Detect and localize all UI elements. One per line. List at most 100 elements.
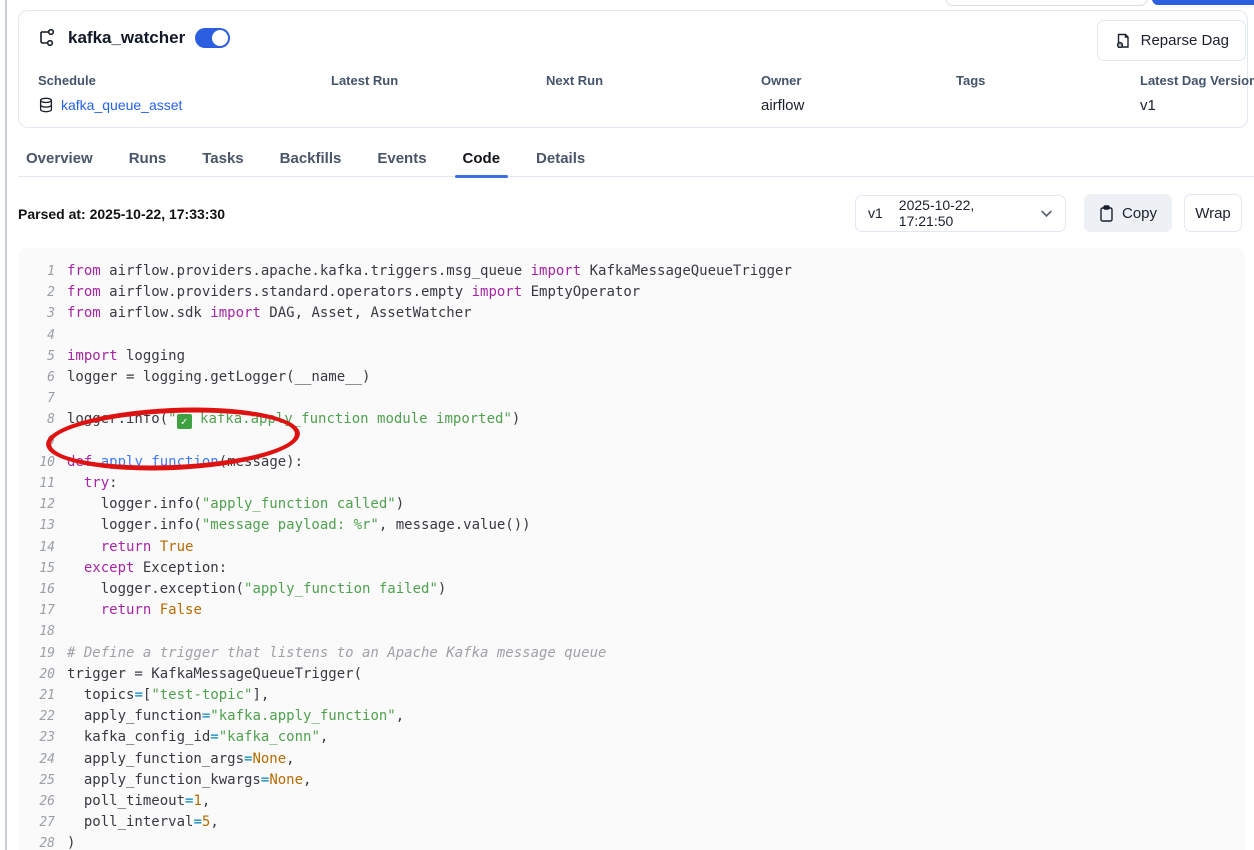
- code-line-9: 9: [18, 431, 1245, 452]
- line-number: 2: [18, 282, 55, 303]
- meta-value: [546, 96, 761, 114]
- code-line-3: 3from airflow.sdk import DAG, Asset, Ass…: [18, 303, 1245, 324]
- line-number: 6: [18, 367, 55, 388]
- line-number: 7: [18, 388, 55, 409]
- code-line-22: 22 apply_function="kafka.apply_function"…: [18, 706, 1245, 727]
- dag-meta-columns: Schedule kafka_queue_assetLatest RunNext …: [38, 73, 1230, 114]
- code-line-20: 20trigger = KafkaMessageQueueTrigger(: [18, 664, 1245, 685]
- line-number: 24: [18, 749, 55, 770]
- active-tab-underline: [455, 175, 509, 178]
- tab-runs[interactable]: Runs: [121, 140, 175, 176]
- line-number: 8: [18, 409, 55, 430]
- dag-title: kafka_watcher: [68, 28, 185, 48]
- reparse-label: Reparse Dag: [1141, 32, 1229, 49]
- top-primary-button[interactable]: [1152, 0, 1254, 5]
- line-number: 10: [18, 452, 55, 473]
- parsed-at-text: Parsed at: 2025-10-22, 17:33:30: [18, 206, 225, 222]
- line-number: 16: [18, 579, 55, 600]
- meta-column-latest-run: Latest Run: [331, 73, 546, 114]
- code-line-11: 11 try:: [18, 473, 1245, 494]
- wrap-label: Wrap: [1195, 205, 1231, 222]
- dag-version-select[interactable]: v1 2025-10-22, 17:21:50: [855, 195, 1066, 232]
- code-line-23: 23 kafka_config_id="kafka_conn",: [18, 727, 1245, 748]
- line-number: 27: [18, 812, 55, 833]
- line-number: 25: [18, 770, 55, 791]
- wrap-button[interactable]: Wrap: [1184, 194, 1242, 232]
- line-number: 14: [18, 537, 55, 558]
- database-icon: [38, 97, 54, 113]
- meta-column-owner: Owner airflow: [761, 73, 956, 114]
- reparse-dag-button[interactable]: Reparse Dag: [1097, 20, 1246, 61]
- dag-header-card: kafka_watcher Reparse Dag Schedule kafka_…: [18, 10, 1248, 128]
- code-line-8: 8logger.info("✓ kafka.apply_function mod…: [18, 409, 1245, 430]
- code-line-21: 21 topics=["test-topic"],: [18, 685, 1245, 706]
- meta-column-next-run: Next Run: [546, 73, 761, 114]
- code-line-19: 19# Define a trigger that listens to an …: [18, 643, 1245, 664]
- line-number: 4: [18, 325, 55, 346]
- line-number: 26: [18, 791, 55, 812]
- code-line-25: 25 apply_function_kwargs=None,: [18, 770, 1245, 791]
- code-line-26: 26 poll_timeout=1,: [18, 791, 1245, 812]
- line-number: 17: [18, 600, 55, 621]
- code-lines: 1from airflow.providers.apache.kafka.tri…: [18, 261, 1245, 850]
- version-value: v1: [868, 205, 883, 221]
- tab-tasks[interactable]: Tasks: [194, 140, 251, 176]
- dag-code-page: kafka_watcher Reparse Dag Schedule kafka_…: [0, 0, 1254, 850]
- copy-icon: [1099, 205, 1114, 222]
- code-line-13: 13 logger.info("message payload: %r", me…: [18, 515, 1245, 536]
- line-number: 23: [18, 727, 55, 748]
- code-line-27: 27 poll_interval=5,: [18, 812, 1245, 833]
- line-number: 3: [18, 303, 55, 324]
- code-line-17: 17 return False: [18, 600, 1245, 621]
- line-number: 28: [18, 833, 55, 850]
- top-search-input[interactable]: [945, 0, 1148, 6]
- line-number: 19: [18, 643, 55, 664]
- meta-label: Latest Dag Version: [1140, 73, 1230, 88]
- meta-label: Next Run: [546, 73, 761, 88]
- code-line-7: 7: [18, 388, 1245, 409]
- code-line-5: 5import logging: [18, 346, 1245, 367]
- dag-tabs: Overview Runs Tasks Backfills Events Code Deta…: [18, 140, 1254, 177]
- dag-icon: [38, 28, 58, 48]
- meta-value: airflow: [761, 96, 956, 114]
- chevron-down-icon: [1040, 207, 1053, 220]
- code-line-24: 24 apply_function_args=None,: [18, 749, 1245, 770]
- line-number: 22: [18, 706, 55, 727]
- code-panel: 1from airflow.providers.apache.kafka.tri…: [18, 248, 1245, 850]
- line-number: 15: [18, 558, 55, 579]
- meta-column-schedule: Schedule kafka_queue_asset: [38, 73, 331, 114]
- tab-backfills[interactable]: Backfills: [272, 140, 350, 176]
- meta-value: v1: [1140, 96, 1230, 114]
- line-number: 21: [18, 685, 55, 706]
- reparse-icon: [1114, 32, 1132, 50]
- dag-enabled-toggle[interactable]: [195, 28, 230, 48]
- meta-label: Schedule: [38, 73, 331, 88]
- code-line-14: 14 return True: [18, 537, 1245, 558]
- code-line-28: 28): [18, 833, 1245, 850]
- line-number: 12: [18, 494, 55, 515]
- line-number: 11: [18, 473, 55, 494]
- copy-label: Copy: [1122, 205, 1157, 222]
- tab-code[interactable]: Code: [455, 140, 509, 176]
- meta-label: Latest Run: [331, 73, 546, 88]
- code-line-12: 12 logger.info("apply_function called"): [18, 494, 1245, 515]
- code-line-1: 1from airflow.providers.apache.kafka.tri…: [18, 261, 1245, 282]
- sidebar-edge-divider: [5, 0, 7, 850]
- schedule-asset-link[interactable]: kafka_queue_asset: [38, 96, 331, 114]
- line-number: 5: [18, 346, 55, 367]
- code-line-18: 18: [18, 621, 1245, 642]
- code-line-10: 10def apply_function(message):: [18, 452, 1245, 473]
- tab-details[interactable]: Details: [528, 140, 593, 176]
- line-number: 13: [18, 515, 55, 536]
- tab-overview[interactable]: Overview: [18, 140, 101, 176]
- code-line-16: 16 logger.exception("apply_function fail…: [18, 579, 1245, 600]
- code-line-2: 2from airflow.providers.standard.operato…: [18, 282, 1245, 303]
- copy-button[interactable]: Copy: [1084, 194, 1172, 232]
- tab-events[interactable]: Events: [369, 140, 434, 176]
- line-number: 1: [18, 261, 55, 282]
- version-timestamp: 2025-10-22, 17:21:50: [899, 197, 1024, 229]
- code-line-4: 4: [18, 325, 1245, 346]
- meta-label: Owner: [761, 73, 956, 88]
- code-line-15: 15 except Exception:: [18, 558, 1245, 579]
- line-number: 18: [18, 621, 55, 642]
